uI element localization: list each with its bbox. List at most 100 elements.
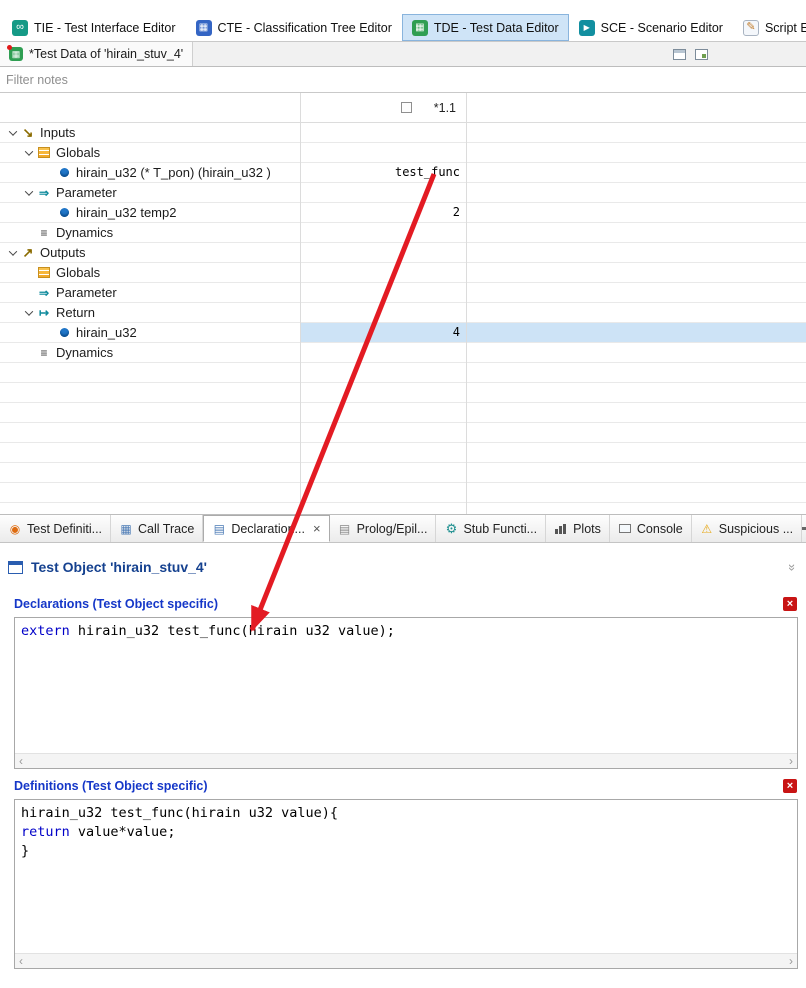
editor-tab-test-data[interactable]: ▦ *Test Data of 'hirain_stuv_4' — [0, 42, 194, 66]
chevron-down-icon[interactable] — [6, 126, 20, 136]
declarations-code: extern hirain_u32 test_func(hirain u32 v… — [15, 618, 797, 641]
value-cell[interactable] — [300, 223, 466, 242]
chevron-down-icon[interactable] — [22, 186, 36, 196]
close-icon[interactable]: × — [313, 521, 321, 536]
value-cell[interactable]: test_func — [300, 163, 466, 182]
perspective-tab-bar: ∞ TIE - Test Interface Editor ▦ CTE - Cl… — [0, 0, 806, 42]
horizontal-scrollbar[interactable]: ‹ › — [15, 953, 797, 968]
row-filler — [466, 163, 806, 182]
tab-plots[interactable]: Plots — [546, 515, 610, 542]
globals-icon — [36, 267, 52, 278]
tree-item-label: hirain_u32 (* T_pon) (hirain_u32 ) — [76, 165, 271, 180]
warning-icon: ⚠ — [701, 521, 713, 536]
code-line: } — [21, 843, 30, 859]
table-empty-area — [0, 363, 806, 514]
tab-label: Prolog/Epil... — [356, 521, 428, 536]
tree-row[interactable]: ≡ Dynamics — [0, 343, 806, 363]
value-cell[interactable] — [300, 183, 466, 202]
tab-call-trace[interactable]: ▦ Call Trace — [111, 515, 204, 542]
tree-row[interactable]: Globals — [0, 143, 806, 163]
perspective-tab-tie[interactable]: ∞ TIE - Test Interface Editor — [2, 14, 186, 41]
row-filler — [466, 283, 806, 302]
value-cell[interactable] — [300, 123, 466, 142]
parameter-icon: ⇒ — [38, 185, 50, 200]
scroll-right-icon[interactable]: › — [789, 952, 793, 971]
value-cell[interactable]: 4 — [300, 323, 466, 342]
value-cell[interactable] — [300, 243, 466, 262]
globals-icon — [36, 147, 52, 158]
scroll-left-icon[interactable]: ‹ — [19, 952, 23, 971]
test-object-icon — [8, 560, 23, 574]
horizontal-scrollbar[interactable]: ‹ › — [15, 753, 797, 768]
tree-row[interactable]: hirain_u32 temp2 2 — [0, 203, 806, 223]
tree-row[interactable]: ⇒ Parameter — [0, 183, 806, 203]
perspective-tab-label: Script Editor — [764, 20, 806, 35]
tab-label: Call Trace — [138, 521, 195, 536]
clear-declarations-button[interactable]: × — [783, 597, 797, 611]
tree-row[interactable]: ↦ Return — [0, 303, 806, 323]
tree-item-label: Parameter — [56, 185, 117, 200]
chevron-down-icon[interactable] — [22, 306, 36, 316]
tree-row[interactable]: ⇒ Parameter — [0, 283, 806, 303]
tab-prolog-epilog[interactable]: ▤ Prolog/Epil... — [330, 515, 437, 542]
filter-notes-input[interactable]: Filter notes — [0, 67, 806, 93]
definitions-title: Definitions (Test Object specific) — [14, 779, 208, 793]
tree-row[interactable]: ≡ Dynamics — [0, 223, 806, 243]
value-cell[interactable] — [300, 303, 466, 322]
inputs-icon: ↘ — [22, 125, 34, 140]
declarations-section-header: Declarations (Test Object specific) × — [0, 583, 806, 614]
row-filler — [466, 183, 806, 202]
parameter-icon: ⇒ — [38, 285, 50, 300]
chevron-down-icon[interactable] — [6, 246, 20, 256]
value-cell[interactable] — [300, 283, 466, 302]
perspective-tab-script-editor[interactable]: ✎ Script Editor — [733, 14, 806, 41]
clear-definitions-button[interactable]: × — [783, 779, 797, 793]
scroll-left-icon[interactable]: ‹ — [19, 752, 23, 771]
value-cell[interactable]: 2 — [300, 203, 466, 222]
script-editor-icon: ✎ — [742, 19, 759, 36]
prolog-icon: ▤ — [338, 521, 351, 536]
tie-icon: ∞ — [12, 19, 28, 36]
perspective-tab-cte[interactable]: ▦ CTE - Classification Tree Editor — [186, 14, 402, 41]
row-filler — [466, 303, 806, 322]
perspective-tab-sce[interactable]: ▶ SCE - Scenario Editor — [569, 14, 733, 41]
variable-bullet-icon — [56, 328, 72, 337]
value-cell[interactable] — [300, 263, 466, 282]
tree-row[interactable]: hirain_u32 (* T_pon) (hirain_u32 ) test_… — [0, 163, 806, 183]
tree-row[interactable]: ↘ Inputs — [0, 123, 806, 143]
tab-stub-functions[interactable]: ⚙ Stub Functi... — [436, 515, 547, 542]
row-filler — [466, 263, 806, 282]
toolbar-window-icon[interactable] — [695, 48, 708, 60]
minimize-icon[interactable] — [802, 527, 806, 530]
value-cell[interactable] — [300, 143, 466, 162]
tree-row-selected[interactable]: hirain_u32 4 — [0, 323, 806, 343]
tree-row[interactable]: ↗ Outputs — [0, 243, 806, 263]
column-checkbox[interactable] — [400, 102, 412, 113]
cte-icon: ▦ — [195, 19, 212, 36]
plots-icon — [554, 523, 568, 534]
perspective-tab-tde[interactable]: ▦ TDE - Test Data Editor — [401, 14, 569, 41]
tree-item-label: Dynamics — [56, 345, 114, 360]
declarations-editor[interactable]: extern hirain_u32 test_func(hirain u32 v… — [14, 617, 798, 769]
tab-label: Test Definiti... — [27, 521, 103, 536]
column-header-label: *1.1 — [433, 100, 456, 115]
row-filler — [466, 223, 806, 242]
tab-declaration[interactable]: ▤ Declaration... × — [203, 515, 330, 542]
scroll-right-icon[interactable]: › — [789, 752, 793, 771]
definitions-editor[interactable]: hirain_u32 test_func(hirain u32 value){r… — [14, 799, 798, 969]
collapse-sections-icon[interactable]: » — [785, 563, 800, 570]
tab-console[interactable]: Console — [610, 515, 692, 542]
tree-row[interactable]: Globals — [0, 263, 806, 283]
chevron-down-icon[interactable] — [22, 146, 36, 156]
code-keyword: extern — [21, 623, 70, 639]
tree-item-label: hirain_u32 temp2 — [76, 205, 177, 220]
toolbar-table-icon[interactable] — [673, 48, 686, 60]
table-header-row: *1.1 — [0, 93, 806, 123]
value-cell[interactable] — [300, 343, 466, 362]
row-filler — [466, 123, 806, 142]
tab-suspicious[interactable]: ⚠ Suspicious ... — [692, 515, 803, 542]
row-filler — [466, 323, 806, 342]
row-filler — [466, 243, 806, 262]
tab-test-definition[interactable]: ◉ Test Definiti... — [0, 515, 112, 542]
tab-label: Stub Functi... — [463, 521, 538, 536]
